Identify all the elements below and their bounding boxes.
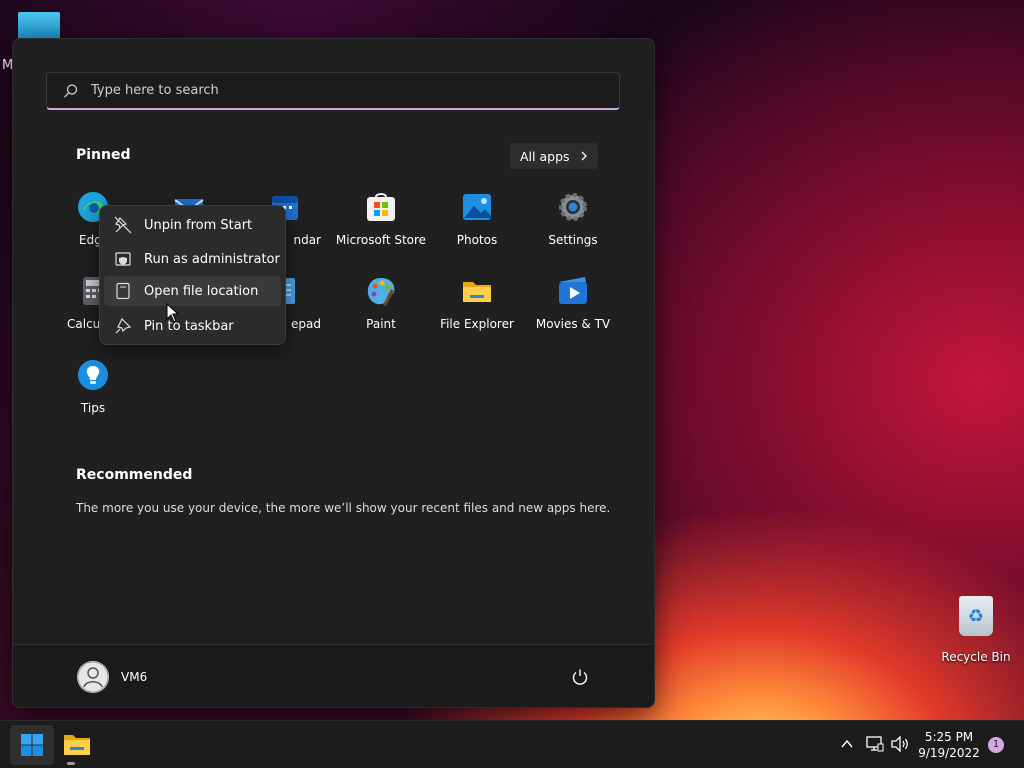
context-item-label: Open file location [144,283,259,299]
power-icon[interactable] [571,668,589,686]
pinned-app-photos[interactable]: Photos [429,191,525,247]
taskbar: 5:25 PM 9/19/2022 1 [0,720,1024,768]
mouse-cursor-icon [166,303,180,323]
user-icon [77,661,109,693]
pinned-app-settings[interactable]: Settings [525,191,621,247]
search-box[interactable]: Type here to search [46,72,620,110]
all-apps-button[interactable]: All apps [510,143,598,169]
chevron-up-icon[interactable] [840,737,854,751]
photos-icon [461,191,493,223]
recycle-bin[interactable]: ♻ Recycle Bin [940,596,1012,664]
pinned-title: Pinned [76,147,131,163]
start-footer: VM6 [13,644,654,707]
tips-icon [77,359,109,391]
notification-badge[interactable]: 1 [988,737,1004,753]
app-label: Settings [548,233,598,247]
gear-icon [557,191,589,223]
folder-icon [461,275,493,307]
volume-icon[interactable] [890,736,910,752]
pinned-app-microsoft-store[interactable]: Microsoft Store [333,191,429,247]
windows-logo-icon [21,734,43,756]
user-name[interactable]: VM6 [121,670,147,684]
start-menu: Type here to search Pinned All apps Edg … [12,38,655,708]
recommended-text: The more you use your device, the more w… [76,501,611,515]
avatar[interactable] [77,661,109,693]
paint-icon [365,275,397,307]
context-item-unpin[interactable]: Unpin from Start [104,210,281,240]
shield-icon [115,252,131,266]
pinned-app-tips[interactable]: Tips [45,359,141,415]
app-label: Microsoft Store [335,233,427,247]
app-label: File Explorer [440,317,514,331]
running-indicator [67,762,75,765]
pin-icon [115,317,132,334]
context-item-pin-to-taskbar[interactable]: Pin to taskbar [104,311,281,341]
app-label: Paint [366,317,396,331]
search-icon [64,84,78,98]
start-button[interactable] [10,725,54,765]
app-label: Movies & TV [535,317,611,331]
pinned-app-file-explorer[interactable]: File Explorer [429,275,525,331]
context-menu: Unpin from Start Run as administrator Op… [99,205,286,345]
recycle-bin-icon: ♻ [959,596,993,636]
file-location-icon [116,282,130,300]
context-item-label: Run as administrator [144,251,280,267]
context-item-label: Unpin from Start [144,217,253,233]
all-apps-label: All apps [520,148,570,164]
clock-date: 9/19/2022 [918,746,980,760]
store-icon [365,191,397,223]
app-label: Photos [456,233,498,247]
context-item-label: Pin to taskbar [144,318,234,334]
app-label: Tips [80,401,106,415]
recycle-bin-label: Recycle Bin [941,650,1011,664]
pinned-app-movies-tv[interactable]: Movies & TV [525,275,621,331]
taskbar-file-explorer-icon[interactable] [62,727,92,761]
network-icon[interactable] [866,736,884,752]
desktop-folder-icon[interactable] [18,12,60,40]
context-item-run-as-admin[interactable]: Run as administrator [104,244,281,274]
recommended-title: Recommended [76,467,193,483]
chevron-right-icon [581,151,587,161]
clock-time: 5:25 PM [924,730,974,744]
unpin-icon [114,216,132,234]
search-placeholder[interactable]: Type here to search [91,83,219,98]
movies-icon [557,275,589,307]
clock[interactable]: 5:25 PM 9/19/2022 [916,729,982,761]
pinned-app-paint[interactable]: Paint [333,275,429,331]
context-item-open-file-location[interactable]: Open file location [104,276,281,306]
